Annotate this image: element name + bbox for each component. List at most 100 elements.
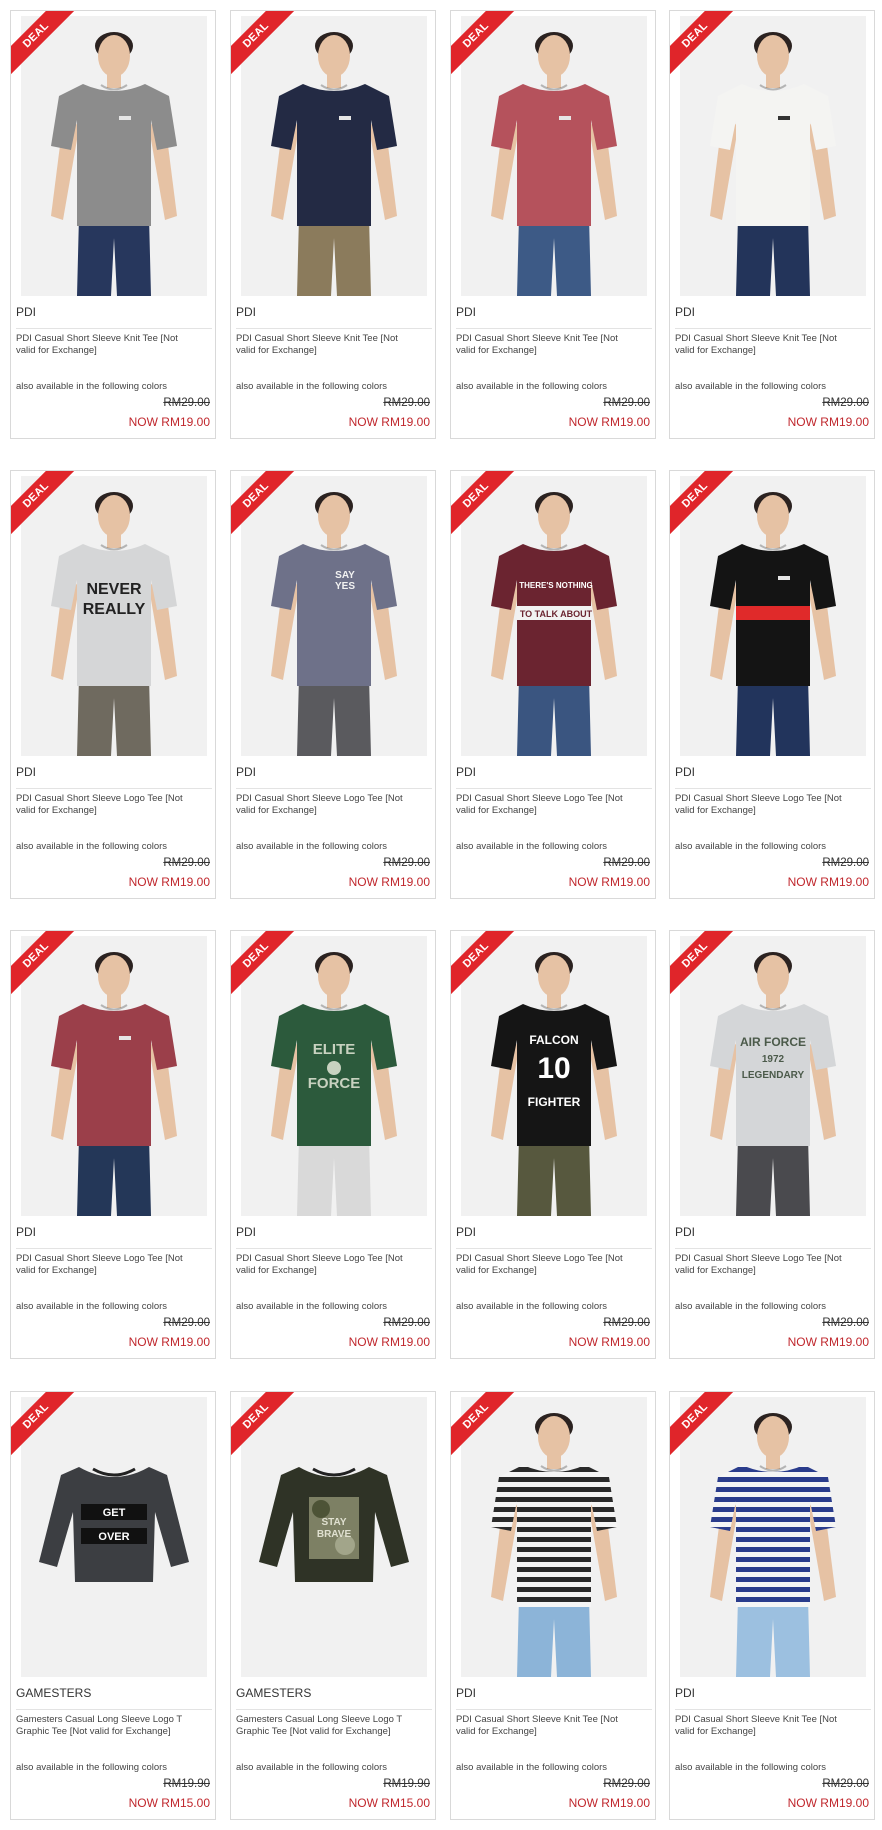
product-card[interactable]: FALCON 10 FIGHTER DEAL PDI PDI Casual Short S…	[450, 930, 656, 1359]
product-brand[interactable]: PDI	[456, 765, 652, 789]
original-price: RM29.00	[822, 857, 869, 869]
product-name[interactable]: PDI Casual Short Sleeve Logo Tee [Not va…	[16, 1253, 194, 1277]
product-brand[interactable]: PDI	[675, 1686, 871, 1710]
product-name[interactable]: PDI Casual Short Sleeve Logo Tee [Not va…	[236, 1253, 414, 1277]
product-name[interactable]: Gamesters Casual Long Sleeve Logo T Grap…	[16, 1714, 194, 1738]
product-brand[interactable]: PDI	[675, 1225, 871, 1249]
product-name[interactable]: PDI Casual Short Sleeve Knit Tee [Not va…	[675, 333, 853, 357]
product-brand[interactable]: PDI	[16, 305, 212, 329]
svg-text:10: 10	[537, 1052, 570, 1085]
available-colors-label: also available in the following colors	[16, 381, 168, 392]
product-brand[interactable]: PDI	[236, 1225, 432, 1249]
svg-text:1972: 1972	[762, 1054, 785, 1065]
sale-price: NOW RM19.00	[787, 1796, 869, 1810]
product-name[interactable]: PDI Casual Short Sleeve Knit Tee [Not va…	[236, 333, 414, 357]
product-brand[interactable]: GAMESTERS	[236, 1686, 432, 1710]
product-image[interactable]: STAY BRAVE	[241, 1397, 427, 1677]
available-colors-label: also available in the following colors	[236, 381, 388, 392]
product-card[interactable]: DEAL PDI PDI Casual Short Sleeve Logo Tee …	[10, 930, 216, 1359]
product-image[interactable]: FALCON 10 FIGHTER	[461, 936, 647, 1216]
product-brand[interactable]: PDI	[16, 1225, 212, 1249]
product-brand[interactable]: PDI	[675, 305, 871, 329]
svg-text:FIGHTER: FIGHTER	[528, 1095, 581, 1109]
product-name[interactable]: PDI Casual Short Sleeve Logo Tee [Not va…	[236, 793, 414, 817]
product-name[interactable]: PDI Casual Short Sleeve Knit Tee [Not va…	[675, 1714, 853, 1738]
svg-text:LEGENDARY: LEGENDARY	[742, 1070, 805, 1081]
product-image[interactable]: AIR FORCE 1972 LEGENDARY	[680, 936, 866, 1216]
svg-text:FALCON: FALCON	[529, 1033, 578, 1047]
sale-price: NOW RM19.00	[568, 875, 650, 889]
available-colors-label: also available in the following colors	[16, 1762, 168, 1773]
product-image[interactable]	[21, 16, 207, 296]
product-card[interactable]: SAY YES DEAL PDI PDI Casual Short Sleeve Log…	[230, 470, 436, 899]
product-card[interactable]: STAY BRAVE DEAL GAMESTERS Gamesters Casual L…	[230, 1391, 436, 1820]
svg-text:THERE'S NOTHING: THERE'S NOTHING	[519, 581, 592, 590]
product-image[interactable]: GET OVER	[21, 1397, 207, 1677]
available-colors-label: also available in the following colors	[16, 1301, 168, 1312]
sale-price: NOW RM19.00	[787, 415, 869, 429]
product-name[interactable]: PDI Casual Short Sleeve Knit Tee [Not va…	[16, 333, 194, 357]
available-colors-label: also available in the following colors	[675, 1301, 827, 1312]
product-brand[interactable]: GAMESTERS	[16, 1686, 212, 1710]
product-photo	[461, 1397, 647, 1677]
product-card[interactable]: ELITE FORCE DEAL PDI PDI Casual Short Sleeve…	[230, 930, 436, 1359]
product-image[interactable]: ELITE FORCE	[241, 936, 427, 1216]
available-colors-label: also available in the following colors	[236, 841, 388, 852]
product-brand[interactable]: PDI	[16, 765, 212, 789]
product-name[interactable]: PDI Casual Short Sleeve Logo Tee [Not va…	[675, 793, 853, 817]
product-name[interactable]: PDI Casual Short Sleeve Logo Tee [Not va…	[675, 1253, 853, 1277]
product-card[interactable]: GET OVER DEAL GAMESTERS Gamesters Casual Lon…	[10, 1391, 216, 1820]
available-colors-label: also available in the following colors	[675, 381, 827, 392]
product-name[interactable]: PDI Casual Short Sleeve Knit Tee [Not va…	[456, 1714, 634, 1738]
product-card[interactable]: DEAL PDI PDI Casual Short Sleeve Knit Tee …	[450, 10, 656, 439]
product-card[interactable]: DEAL PDI PDI Casual Short Sleeve Knit Tee …	[450, 1391, 656, 1820]
product-brand[interactable]: PDI	[675, 765, 871, 789]
product-name[interactable]: PDI Casual Short Sleeve Logo Tee [Not va…	[16, 793, 194, 817]
svg-text:TO TALK ABOUT: TO TALK ABOUT	[520, 609, 593, 619]
product-image[interactable]	[461, 16, 647, 296]
product-card[interactable]: THERE'S NOTHING TO TALK ABOUT DEAL PDI PDI C…	[450, 470, 656, 899]
svg-text:GET: GET	[103, 1507, 126, 1519]
product-card[interactable]: DEAL PDI PDI Casual Short Sleeve Knit Tee …	[669, 10, 875, 439]
product-brand[interactable]: PDI	[456, 1225, 652, 1249]
product-card[interactable]: DEAL PDI PDI Casual Short Sleeve Knit Tee …	[10, 10, 216, 439]
product-image[interactable]: THERE'S NOTHING TO TALK ABOUT	[461, 476, 647, 756]
product-image[interactable]: SAY YES	[241, 476, 427, 756]
product-name[interactable]: PDI Casual Short Sleeve Logo Tee [Not va…	[456, 793, 634, 817]
product-photo: THERE'S NOTHING TO TALK ABOUT	[461, 476, 647, 756]
available-colors-label: also available in the following colors	[16, 841, 168, 852]
original-price: RM29.00	[163, 1317, 210, 1329]
product-image[interactable]	[461, 1397, 647, 1677]
sale-price: NOW RM19.00	[128, 1335, 210, 1349]
sale-price: NOW RM19.00	[787, 875, 869, 889]
product-card[interactable]: DEAL PDI PDI Casual Short Sleeve Knit Tee …	[230, 10, 436, 439]
available-colors-label: also available in the following colors	[456, 381, 608, 392]
sale-price: NOW RM19.00	[568, 1335, 650, 1349]
product-photo	[21, 16, 207, 296]
product-brand[interactable]: PDI	[456, 305, 652, 329]
product-image[interactable]	[680, 1397, 866, 1677]
product-card[interactable]: DEAL PDI PDI Casual Short Sleeve Logo Tee …	[669, 470, 875, 899]
product-name[interactable]: PDI Casual Short Sleeve Knit Tee [Not va…	[456, 333, 634, 357]
original-price: RM19.90	[163, 1778, 210, 1790]
product-card[interactable]: DEAL PDI PDI Casual Short Sleeve Knit Tee …	[669, 1391, 875, 1820]
original-price: RM29.00	[383, 857, 430, 869]
product-photo: ELITE FORCE	[241, 936, 427, 1216]
product-image[interactable]	[21, 936, 207, 1216]
product-brand[interactable]: PDI	[236, 765, 432, 789]
product-image[interactable]: NEVER REALLY	[21, 476, 207, 756]
sale-price: NOW RM15.00	[348, 1796, 430, 1810]
product-card[interactable]: NEVER REALLY DEAL PDI PDI Casual Short Sleev…	[10, 470, 216, 899]
product-name[interactable]: PDI Casual Short Sleeve Logo Tee [Not va…	[456, 1253, 634, 1277]
product-photo: STAYBRAVE	[241, 1397, 427, 1677]
available-colors-label: also available in the following colors	[236, 1762, 388, 1773]
product-card[interactable]: AIR FORCE 1972 LEGENDARY DEAL PDI PDI Casual …	[669, 930, 875, 1359]
product-brand[interactable]: PDI	[236, 305, 432, 329]
product-photo: SAYYES	[241, 476, 427, 756]
product-image[interactable]	[241, 16, 427, 296]
product-brand[interactable]: PDI	[456, 1686, 652, 1710]
product-image[interactable]	[680, 476, 866, 756]
original-price: RM29.00	[163, 857, 210, 869]
product-image[interactable]	[680, 16, 866, 296]
product-name[interactable]: Gamesters Casual Long Sleeve Logo T Grap…	[236, 1714, 414, 1738]
